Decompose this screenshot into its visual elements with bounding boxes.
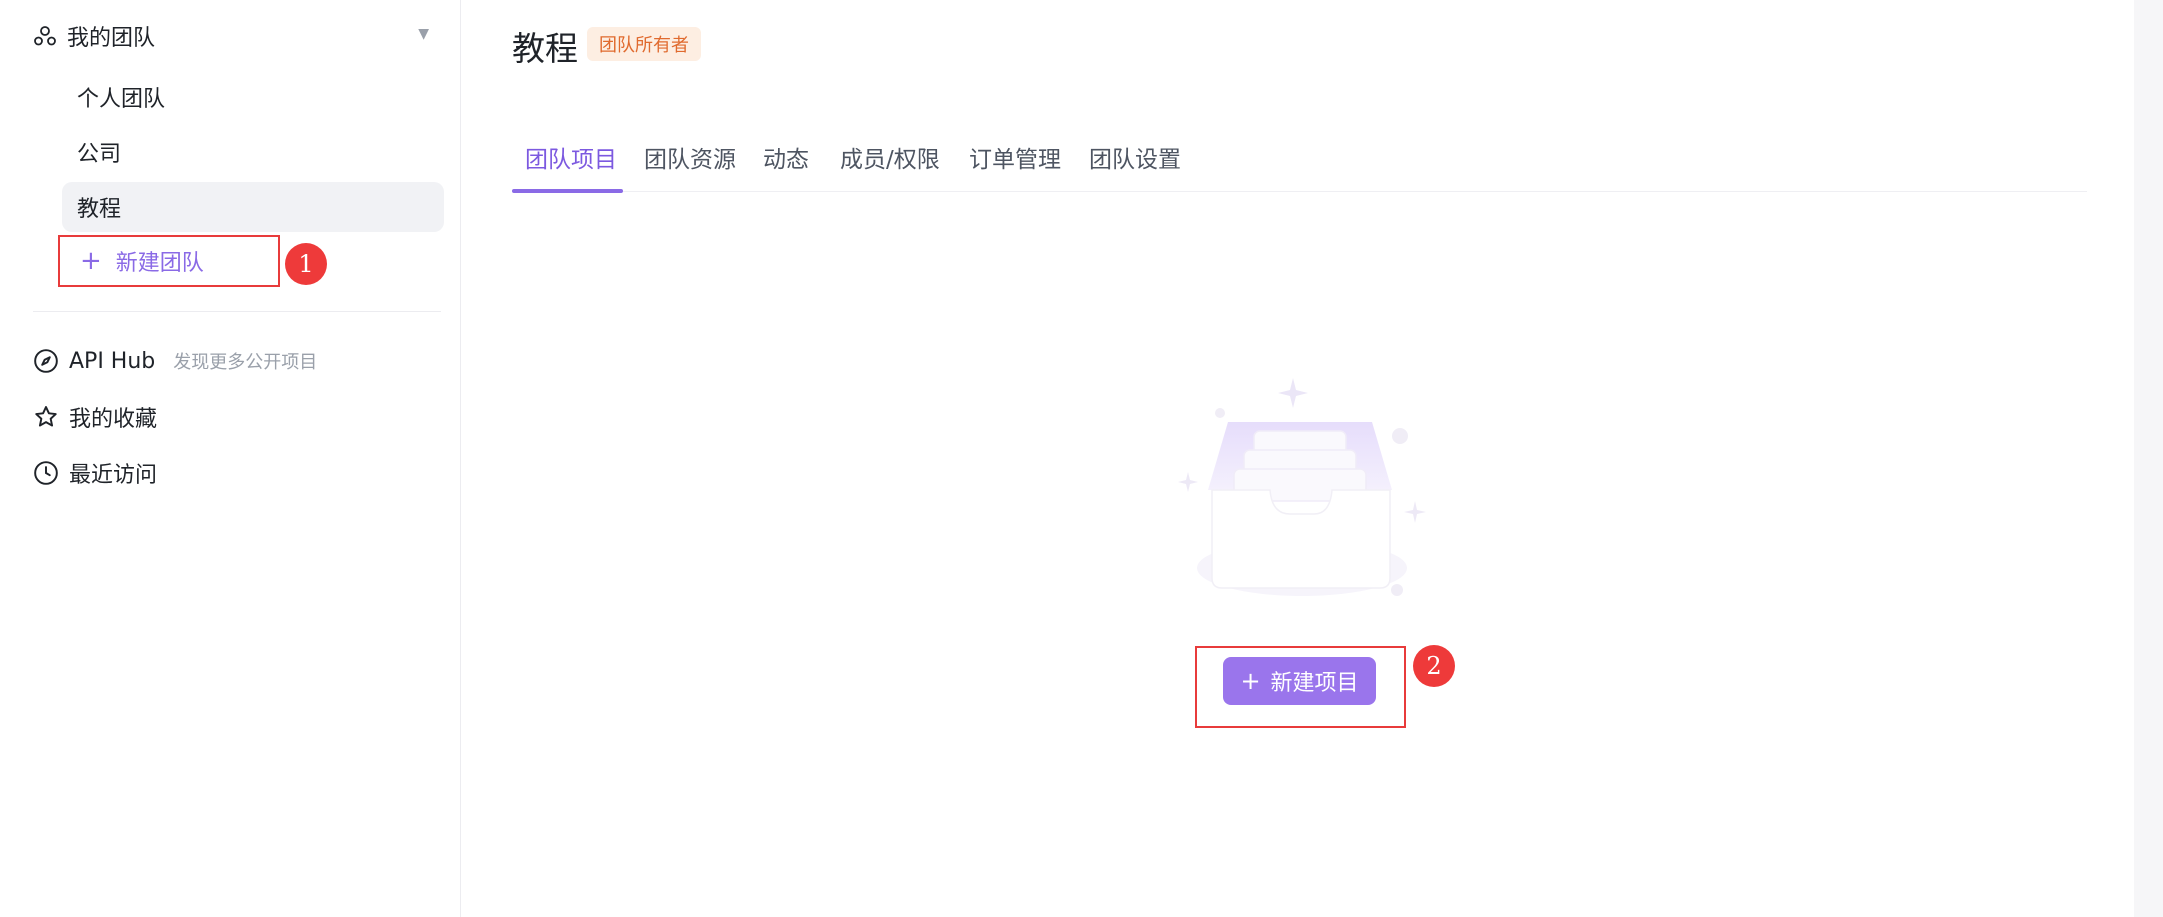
tab-label: 动态	[763, 147, 809, 173]
empty-box-illustration	[1178, 378, 1426, 596]
nav-api-hub[interactable]: API Hub 发现更多公开项目	[33, 343, 317, 379]
nav-recent-label: 最近访问	[69, 463, 158, 488]
sidebar-item-label: 教程	[77, 197, 122, 222]
nav-my-favorites[interactable]: 我的收藏	[33, 399, 157, 435]
nav-recent[interactable]: 最近访问	[33, 455, 157, 491]
tab-team-settings[interactable]: 团队设置	[1089, 140, 1181, 174]
new-team-label: 新建团队	[115, 251, 204, 276]
team-tabs: 团队项目 团队资源 动态 成员/权限 订单管理 团队设置	[512, 130, 2087, 193]
scrollbar-track[interactable]	[2134, 0, 2163, 917]
tab-label: 团队设置	[1089, 147, 1181, 173]
my-teams-header[interactable]: 我的团队 ▼	[33, 18, 429, 54]
plus-icon: +	[1240, 667, 1261, 695]
sidebar-item-label: 公司	[77, 142, 122, 167]
clock-icon	[34, 461, 58, 485]
my-teams-label: 我的团队	[67, 26, 156, 51]
annotation-marker-1: 1	[285, 243, 327, 285]
nav-api-hub-subtitle: 发现更多公开项目	[173, 352, 318, 373]
sidebar-item-personal-team[interactable]: 个人团队	[62, 72, 444, 122]
sidebar-item-tutorial[interactable]: 教程	[62, 182, 444, 232]
nav-my-favorites-label: 我的收藏	[69, 407, 158, 432]
annotation-marker-2: 2	[1413, 645, 1455, 687]
tab-label: 订单管理	[969, 147, 1061, 173]
tab-team-projects[interactable]: 团队项目	[525, 140, 617, 174]
sidebar-divider	[33, 311, 441, 312]
page-title: 教程	[512, 29, 578, 68]
new-team-button[interactable]: + 新建团队	[58, 235, 280, 287]
tab-label: 团队资源	[644, 147, 736, 173]
tab-team-resources[interactable]: 团队资源	[644, 140, 736, 174]
team-icon	[34, 26, 56, 46]
sidebar-item-company[interactable]: 公司	[62, 127, 444, 177]
sidebar: 我的团队 ▼ 个人团队 公司 教程 + 新建团队 1 API Hub 发现更多公…	[0, 0, 461, 917]
tab-order-management[interactable]: 订单管理	[969, 140, 1061, 174]
active-tab-indicator	[512, 189, 623, 193]
star-icon	[35, 406, 57, 427]
owner-role-badge: 团队所有者	[587, 27, 701, 61]
tab-members-permissions[interactable]: 成员/权限	[840, 140, 940, 174]
plus-icon: +	[80, 246, 102, 276]
new-project-button[interactable]: + 新建项目	[1223, 657, 1376, 705]
tab-label: 团队项目	[525, 147, 617, 173]
nav-api-hub-label: API Hub	[69, 348, 156, 374]
chevron-down-icon[interactable]: ▼	[418, 26, 429, 42]
new-project-label: 新建项目	[1270, 671, 1359, 696]
tab-activity[interactable]: 动态	[763, 140, 809, 174]
compass-icon	[34, 349, 58, 373]
sidebar-item-label: 个人团队	[77, 87, 166, 112]
tab-label: 成员/权限	[840, 147, 940, 173]
